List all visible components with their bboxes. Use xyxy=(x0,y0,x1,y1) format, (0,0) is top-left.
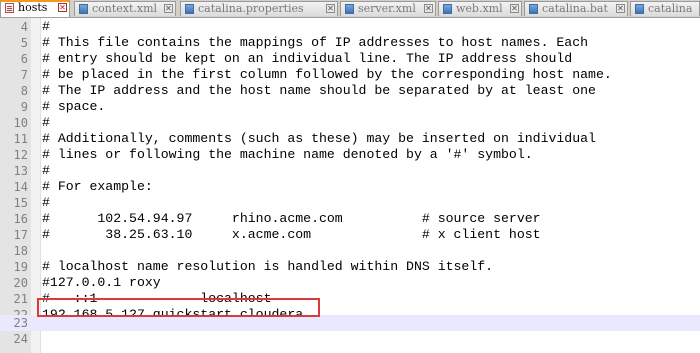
line-number: 11 xyxy=(13,132,28,146)
editor-line[interactable]: 7 # be placed in the first column followe… xyxy=(0,67,700,83)
editor-line[interactable]: 20 #127.0.0.1 roxy xyxy=(0,275,700,291)
editor-line[interactable]: 9 # space. xyxy=(0,99,700,115)
tab-context-xml[interactable]: context.xml ✕ xyxy=(74,1,176,16)
close-tab-icon[interactable]: ✕ xyxy=(326,4,335,13)
line-text[interactable]: # space. xyxy=(42,99,105,115)
line-text[interactable]: # Additionally, comments (such as these)… xyxy=(42,131,596,147)
document-icon xyxy=(529,4,538,14)
tab-catalina[interactable]: catalina xyxy=(630,1,700,16)
line-text[interactable]: # The IP address and the host name shoul… xyxy=(42,83,596,99)
document-icon xyxy=(79,4,88,14)
line-number: 18 xyxy=(13,244,28,258)
line-number: 20 xyxy=(13,276,28,290)
tab-catalina-properties[interactable]: catalina.properties ✕ xyxy=(180,1,338,16)
line-text[interactable]: # For example: xyxy=(42,179,153,195)
line-number: 10 xyxy=(13,116,28,130)
document-icon xyxy=(5,3,14,13)
tab-bar: hosts ✕ context.xml ✕ catalina.propertie… xyxy=(0,0,700,18)
editor-line[interactable]: 6 # entry should be kept on an individual… xyxy=(0,51,700,67)
document-icon xyxy=(345,4,354,14)
line-text[interactable]: # entry should be kept on an individual … xyxy=(42,51,572,67)
line-number: 15 xyxy=(13,196,28,210)
line-number: 24 xyxy=(13,332,28,346)
line-number: 7 xyxy=(20,68,28,82)
line-number: 5 xyxy=(20,36,28,50)
line-number: 23 xyxy=(13,316,28,330)
editor-line[interactable]: 15 # xyxy=(0,195,700,211)
highlighted-host-entry-box xyxy=(37,298,320,317)
close-tab-icon[interactable]: ✕ xyxy=(164,4,173,13)
tab-label: catalina xyxy=(648,2,693,15)
line-text[interactable]: # xyxy=(42,163,50,179)
tab-label: hosts xyxy=(18,1,48,14)
close-tab-icon[interactable]: ✕ xyxy=(58,3,67,12)
tab-catalina-bat[interactable]: catalina.bat ✕ xyxy=(524,1,628,16)
line-number: 9 xyxy=(20,100,28,114)
tab-label: catalina.properties xyxy=(198,2,304,15)
line-text[interactable]: # localhost name resolution is handled w… xyxy=(42,259,493,275)
tab-label: server.xml xyxy=(358,2,416,15)
tab-server-xml[interactable]: server.xml ✕ xyxy=(340,1,436,16)
tab-label: catalina.bat xyxy=(542,2,608,15)
editor-line[interactable]: 4 # xyxy=(0,19,700,35)
line-number: 17 xyxy=(13,228,28,242)
tab-label: web.xml xyxy=(456,2,503,15)
line-number: 13 xyxy=(13,164,28,178)
editor-line[interactable]: 17 # 38.25.63.10 x.acme.com # x client ho… xyxy=(0,227,700,243)
line-number: 4 xyxy=(20,20,28,34)
editor-line[interactable]: 19 # localhost name resolution is handled… xyxy=(0,259,700,275)
editor-line[interactable]: 24 xyxy=(0,331,700,347)
close-tab-icon[interactable]: ✕ xyxy=(424,4,433,13)
document-icon xyxy=(185,4,194,14)
tab-label: context.xml xyxy=(92,2,158,15)
editor-line[interactable]: 16 # 102.54.94.97 rhino.acme.com # source… xyxy=(0,211,700,227)
line-number: 14 xyxy=(13,180,28,194)
line-text[interactable]: # be placed in the first column followed… xyxy=(42,67,612,83)
tab-web-xml[interactable]: web.xml ✕ xyxy=(438,1,522,16)
line-text[interactable]: # 102.54.94.97 rhino.acme.com # source s… xyxy=(42,211,541,227)
close-tab-icon[interactable]: ✕ xyxy=(616,4,625,13)
line-text[interactable]: # lines or following the machine name de… xyxy=(42,147,533,163)
editor-line[interactable]: 11 # Additionally, comments (such as thes… xyxy=(0,131,700,147)
editor-line[interactable]: 8 # The IP address and the host name shou… xyxy=(0,83,700,99)
line-text[interactable]: # 38.25.63.10 x.acme.com # x client host xyxy=(42,227,541,243)
line-text[interactable]: # xyxy=(42,195,50,211)
tab-hosts[interactable]: hosts ✕ xyxy=(0,0,70,17)
line-text[interactable]: # This file contains the mappings of IP … xyxy=(42,35,588,51)
line-text[interactable]: # xyxy=(42,115,50,131)
editor-line[interactable]: 13 # xyxy=(0,163,700,179)
line-text[interactable]: # xyxy=(42,19,50,35)
editor-line[interactable]: 18 xyxy=(0,243,700,259)
document-icon xyxy=(443,4,452,14)
editor-area[interactable]: 4 # 5 # This file contains the mappings of… xyxy=(0,18,700,353)
line-text[interactable]: #127.0.0.1 roxy xyxy=(42,275,161,291)
editor-line[interactable]: 5 # This file contains the mappings of IP… xyxy=(0,35,700,51)
line-number: 6 xyxy=(20,52,28,66)
editor-line-current[interactable]: 23 xyxy=(0,315,700,331)
line-number: 12 xyxy=(13,148,28,162)
line-number: 16 xyxy=(13,212,28,226)
document-icon xyxy=(635,4,644,14)
editor-line[interactable]: 14 # For example: xyxy=(0,179,700,195)
close-tab-icon[interactable]: ✕ xyxy=(510,4,519,13)
notepad-plus-plus-window: hosts ✕ context.xml ✕ catalina.propertie… xyxy=(0,0,700,353)
line-number: 21 xyxy=(13,292,28,306)
editor-line[interactable]: 10 # xyxy=(0,115,700,131)
line-number: 8 xyxy=(20,84,28,98)
line-number: 19 xyxy=(13,260,28,274)
editor-line[interactable]: 12 # lines or following the machine name … xyxy=(0,147,700,163)
